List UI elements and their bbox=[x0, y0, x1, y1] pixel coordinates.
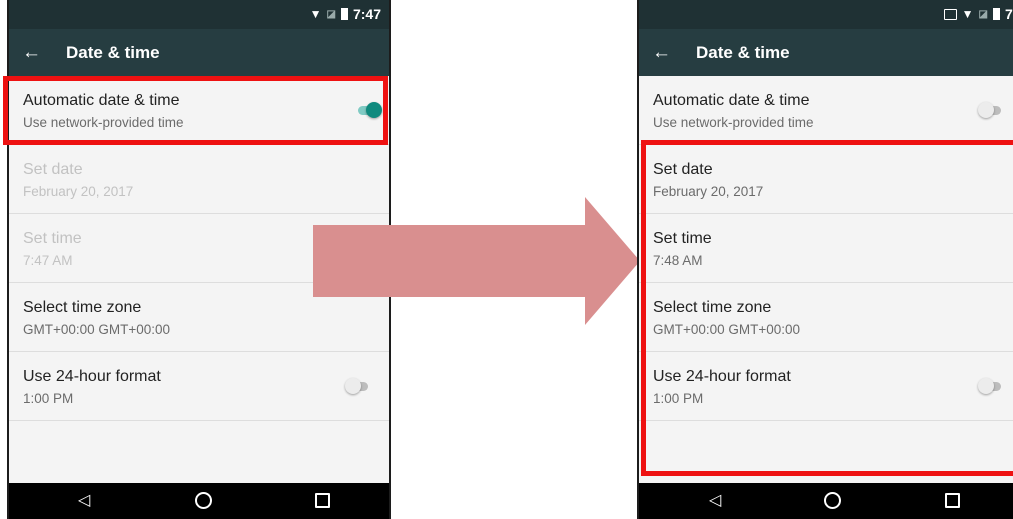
automatic-date-time-toggle[interactable] bbox=[355, 102, 382, 118]
settings-list: Automatic date & time Use network-provid… bbox=[639, 76, 1013, 421]
sim-icon: ◪ bbox=[978, 8, 988, 20]
status-bar: ▼ ◪ 7:47 bbox=[9, 0, 389, 29]
setting-automatic-date-time[interactable]: Automatic date & time Use network-provid… bbox=[9, 76, 389, 145]
setting-title: Use 24-hour format bbox=[653, 368, 791, 385]
automatic-date-time-toggle[interactable] bbox=[978, 102, 1004, 118]
status-time: 7:47 bbox=[352, 6, 381, 22]
back-arrow-icon[interactable]: ← bbox=[652, 42, 674, 64]
phone-screen-right: ▼ ◪ 7:48 ← Date & time Automatic date & … bbox=[637, 0, 1013, 519]
page-title: Date & time bbox=[66, 42, 160, 62]
setting-subtitle: 7:48 AM bbox=[653, 253, 703, 268]
back-arrow-icon[interactable]: ← bbox=[22, 42, 44, 64]
setting-subtitle: 7:47 AM bbox=[23, 253, 73, 268]
setting-subtitle: Use network-provided time bbox=[653, 115, 814, 130]
setting-title: Set time bbox=[653, 230, 712, 247]
nav-back-icon[interactable]: ◁ bbox=[78, 490, 90, 510]
24-hour-format-toggle[interactable] bbox=[345, 378, 371, 394]
setting-set-time[interactable]: Set time 7:48 AM bbox=[639, 214, 1013, 283]
battery-icon bbox=[992, 8, 1000, 20]
setting-title: Use 24-hour format bbox=[23, 368, 161, 385]
nav-recents-icon[interactable] bbox=[945, 493, 960, 508]
setting-subtitle: February 20, 2017 bbox=[23, 184, 134, 199]
setting-title: Select time zone bbox=[653, 299, 772, 316]
setting-title: Automatic date & time bbox=[653, 92, 810, 109]
app-bar: ← Date & time bbox=[639, 29, 1013, 76]
nav-recents-icon[interactable] bbox=[315, 493, 330, 508]
arrow-shape bbox=[313, 197, 640, 325]
sim-icon: ◪ bbox=[326, 8, 336, 20]
24-hour-format-toggle[interactable] bbox=[978, 378, 1004, 394]
setting-select-time-zone[interactable]: Select time zone GMT+00:00 GMT+00:00 bbox=[639, 283, 1013, 352]
app-bar: ← Date & time bbox=[9, 29, 389, 76]
setting-title: Select time zone bbox=[23, 299, 142, 316]
setting-subtitle: 1:00 PM bbox=[653, 391, 704, 406]
setting-subtitle: February 20, 2017 bbox=[653, 184, 764, 199]
battery-icon bbox=[340, 8, 348, 20]
nav-home-icon[interactable] bbox=[824, 492, 841, 509]
status-time: 7:48 bbox=[1004, 6, 1013, 22]
transition-arrow bbox=[313, 197, 640, 325]
navigation-bar: ◁ bbox=[9, 483, 389, 519]
setting-title: Set date bbox=[23, 161, 83, 178]
wifi-icon: ▼ bbox=[309, 7, 322, 21]
wifi-icon: ▼ bbox=[961, 7, 974, 21]
setting-use-24-hour-format[interactable]: Use 24-hour format 1:00 PM bbox=[639, 352, 1013, 421]
setting-title: Automatic date & time bbox=[23, 92, 180, 109]
setting-title: Set time bbox=[23, 230, 82, 247]
setting-title: Set date bbox=[653, 161, 713, 178]
navigation-bar: ◁ bbox=[639, 483, 1013, 519]
setting-automatic-date-time[interactable]: Automatic date & time Use network-provid… bbox=[639, 76, 1013, 145]
setting-set-date[interactable]: Set date February 20, 2017 bbox=[639, 145, 1013, 214]
setting-subtitle: 1:00 PM bbox=[23, 391, 74, 406]
status-bar: ▼ ◪ 7:48 bbox=[639, 0, 1013, 29]
setting-subtitle: Use network-provided time bbox=[23, 115, 184, 130]
setting-use-24-hour-format[interactable]: Use 24-hour format 1:00 PM bbox=[9, 352, 389, 421]
setting-subtitle: GMT+00:00 GMT+00:00 bbox=[23, 322, 171, 337]
nav-home-icon[interactable] bbox=[195, 492, 212, 509]
setting-subtitle: GMT+00:00 GMT+00:00 bbox=[653, 322, 801, 337]
nav-back-icon[interactable]: ◁ bbox=[709, 490, 721, 510]
page-title: Date & time bbox=[696, 42, 790, 62]
cast-icon bbox=[943, 8, 957, 20]
